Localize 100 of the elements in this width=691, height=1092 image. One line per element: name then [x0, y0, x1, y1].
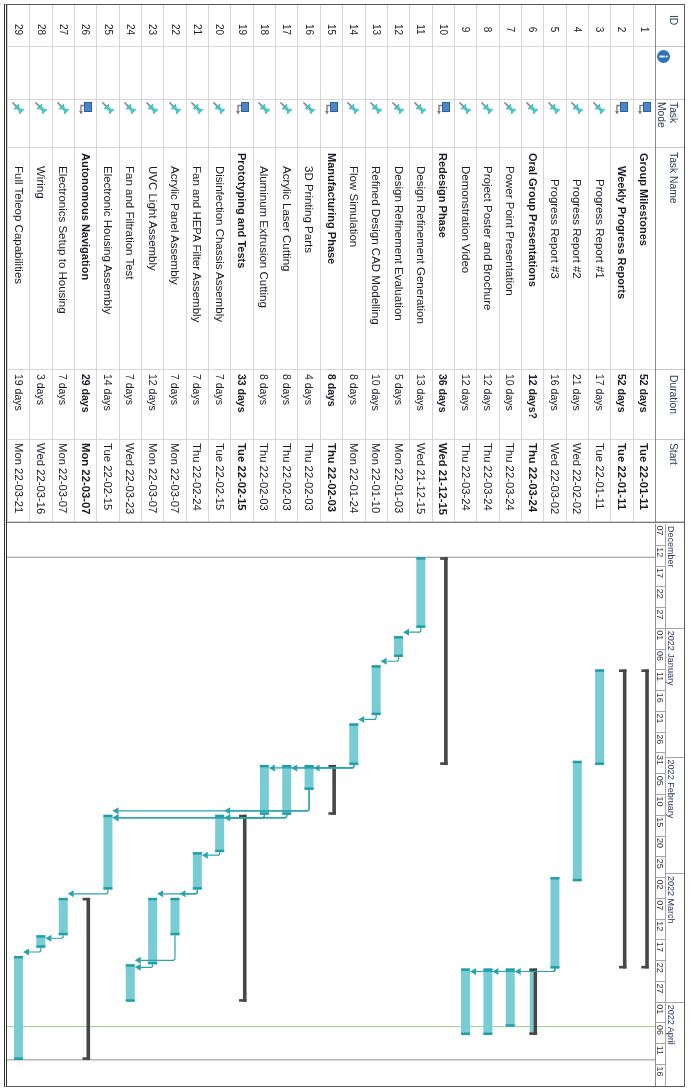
- column-header[interactable]: Duration: [656, 370, 684, 440]
- task-bar[interactable]: [483, 968, 493, 1035]
- task-start-date: Mon 22-03-07: [79, 443, 92, 515]
- column-header[interactable]: ID: [656, 5, 684, 47]
- task-duration: 7 days: [124, 374, 137, 405]
- day-label: 01: [655, 1004, 665, 1015]
- task-start-date: Mon 22-01-10: [370, 443, 383, 514]
- summary-bar[interactable]: [82, 897, 91, 1060]
- pushpin-icon: [213, 102, 227, 115]
- task-bar[interactable]: [505, 968, 515, 1027]
- summary-bar[interactable]: [239, 814, 247, 1002]
- task-name: Aluminum Extrusion Cutting: [258, 166, 271, 308]
- task-start-date: Tue 22-02-15: [102, 443, 115, 511]
- task-name: Progress Report #2: [571, 179, 584, 279]
- task-id: 22: [169, 23, 181, 36]
- column-header[interactable]: Task Name: [656, 148, 684, 370]
- task-start-date: Thu 22-03-24: [459, 443, 472, 511]
- task-start-date: Mon 22-03-07: [169, 443, 182, 514]
- task-id: 5: [549, 26, 561, 33]
- task-bar[interactable]: [192, 852, 202, 890]
- day-label: 12: [655, 547, 665, 558]
- task-id: 6: [527, 26, 539, 33]
- task-bar[interactable]: [416, 557, 426, 628]
- task-duration: 3 days: [35, 374, 48, 405]
- info-icon: [657, 50, 670, 63]
- task-bar[interactable]: [394, 636, 403, 657]
- day-label: 25: [655, 858, 665, 869]
- summary-bar[interactable]: [440, 557, 448, 765]
- day-label: 16: [655, 692, 665, 703]
- column-header[interactable]: Task Mode: [656, 100, 684, 148]
- task-id: 21: [191, 23, 203, 36]
- summary-bar[interactable]: [529, 968, 538, 1035]
- task-bar[interactable]: [170, 897, 180, 936]
- task-bar[interactable]: [215, 814, 225, 853]
- task-bar[interactable]: [125, 964, 135, 1002]
- task-id: 13: [370, 23, 382, 36]
- task-bar[interactable]: [550, 877, 560, 969]
- task-id: 10: [437, 23, 449, 36]
- day-label: 11: [655, 671, 665, 682]
- pushpin-icon: [548, 102, 562, 115]
- task-bar[interactable]: [36, 935, 46, 948]
- month-label: 2022 February: [666, 759, 676, 819]
- day-label: 10: [655, 796, 665, 807]
- task-bar[interactable]: [58, 897, 68, 936]
- task-id: 8: [482, 26, 494, 33]
- summary-bar[interactable]: [641, 669, 649, 969]
- pushpin-icon: [481, 102, 495, 115]
- task-name: UVC Light Assembly: [146, 166, 159, 271]
- task-name: Project Poster and Brochure: [481, 166, 494, 311]
- task-name: Design Refinement Generation: [414, 166, 427, 324]
- task-bar[interactable]: [103, 814, 113, 890]
- task-start-date: Wed 22-02-02: [571, 443, 584, 515]
- day-label: 07: [655, 525, 665, 536]
- task-bar[interactable]: [304, 764, 314, 790]
- task-duration: 10 days: [370, 374, 383, 411]
- task-duration: 17 days: [593, 374, 606, 411]
- day-label: 11: [655, 1045, 665, 1056]
- task-name: Acrylic Laser Cutting: [280, 166, 293, 272]
- task-start-date: Thu 22-03-24: [481, 443, 494, 511]
- day-label: 15: [655, 817, 665, 828]
- day-label: 22: [655, 962, 665, 973]
- pushpin-icon: [347, 102, 361, 115]
- task-name: Disinfection Chassis Assembly: [213, 166, 226, 322]
- task-id: 11: [415, 24, 427, 35]
- task-duration: 52 days: [638, 374, 651, 413]
- month-label: 2022 January: [666, 630, 676, 686]
- task-bar[interactable]: [259, 764, 269, 815]
- summary-bar[interactable]: [328, 764, 336, 815]
- column-header[interactable]: Start: [656, 440, 684, 522]
- task-bar[interactable]: [282, 764, 292, 815]
- task-bar[interactable]: [595, 669, 605, 765]
- task-id: 23: [147, 23, 159, 36]
- task-name: Refined Design CAD Modelling: [370, 166, 383, 325]
- task-bar[interactable]: [371, 665, 381, 716]
- bar-arrow-icon: [325, 102, 338, 115]
- day-label: 22: [655, 588, 665, 599]
- task-name: Power Point Presentation: [504, 166, 517, 296]
- day-label: 06: [655, 651, 665, 662]
- task-duration: 8 days: [325, 374, 338, 407]
- task-name: Progress Report #1: [593, 179, 606, 279]
- summary-bar[interactable]: [619, 669, 627, 969]
- task-bar[interactable]: [349, 723, 359, 765]
- task-duration: 13 days: [414, 374, 427, 411]
- day-label: 05: [655, 775, 665, 786]
- task-id: 2: [616, 26, 628, 33]
- task-start-date: Thu 22-03-24: [504, 443, 517, 511]
- bar-arrow-icon: [235, 102, 249, 115]
- task-bar[interactable]: [572, 760, 582, 882]
- task-name: Progress Report #3: [548, 179, 561, 279]
- task-id: 19: [236, 23, 248, 36]
- task-bar[interactable]: [148, 897, 158, 965]
- pushpin-icon: [168, 102, 182, 115]
- task-start-date: Mon 22-03-07: [146, 443, 159, 514]
- pushpin-icon: [56, 102, 70, 115]
- task-name: Flow Simulation: [347, 166, 360, 248]
- pushpin-icon: [123, 102, 137, 115]
- pushpin-icon: [101, 102, 115, 115]
- task-bar[interactable]: [461, 968, 471, 1035]
- task-bar[interactable]: [14, 956, 24, 1060]
- pushpin-icon: [526, 102, 540, 115]
